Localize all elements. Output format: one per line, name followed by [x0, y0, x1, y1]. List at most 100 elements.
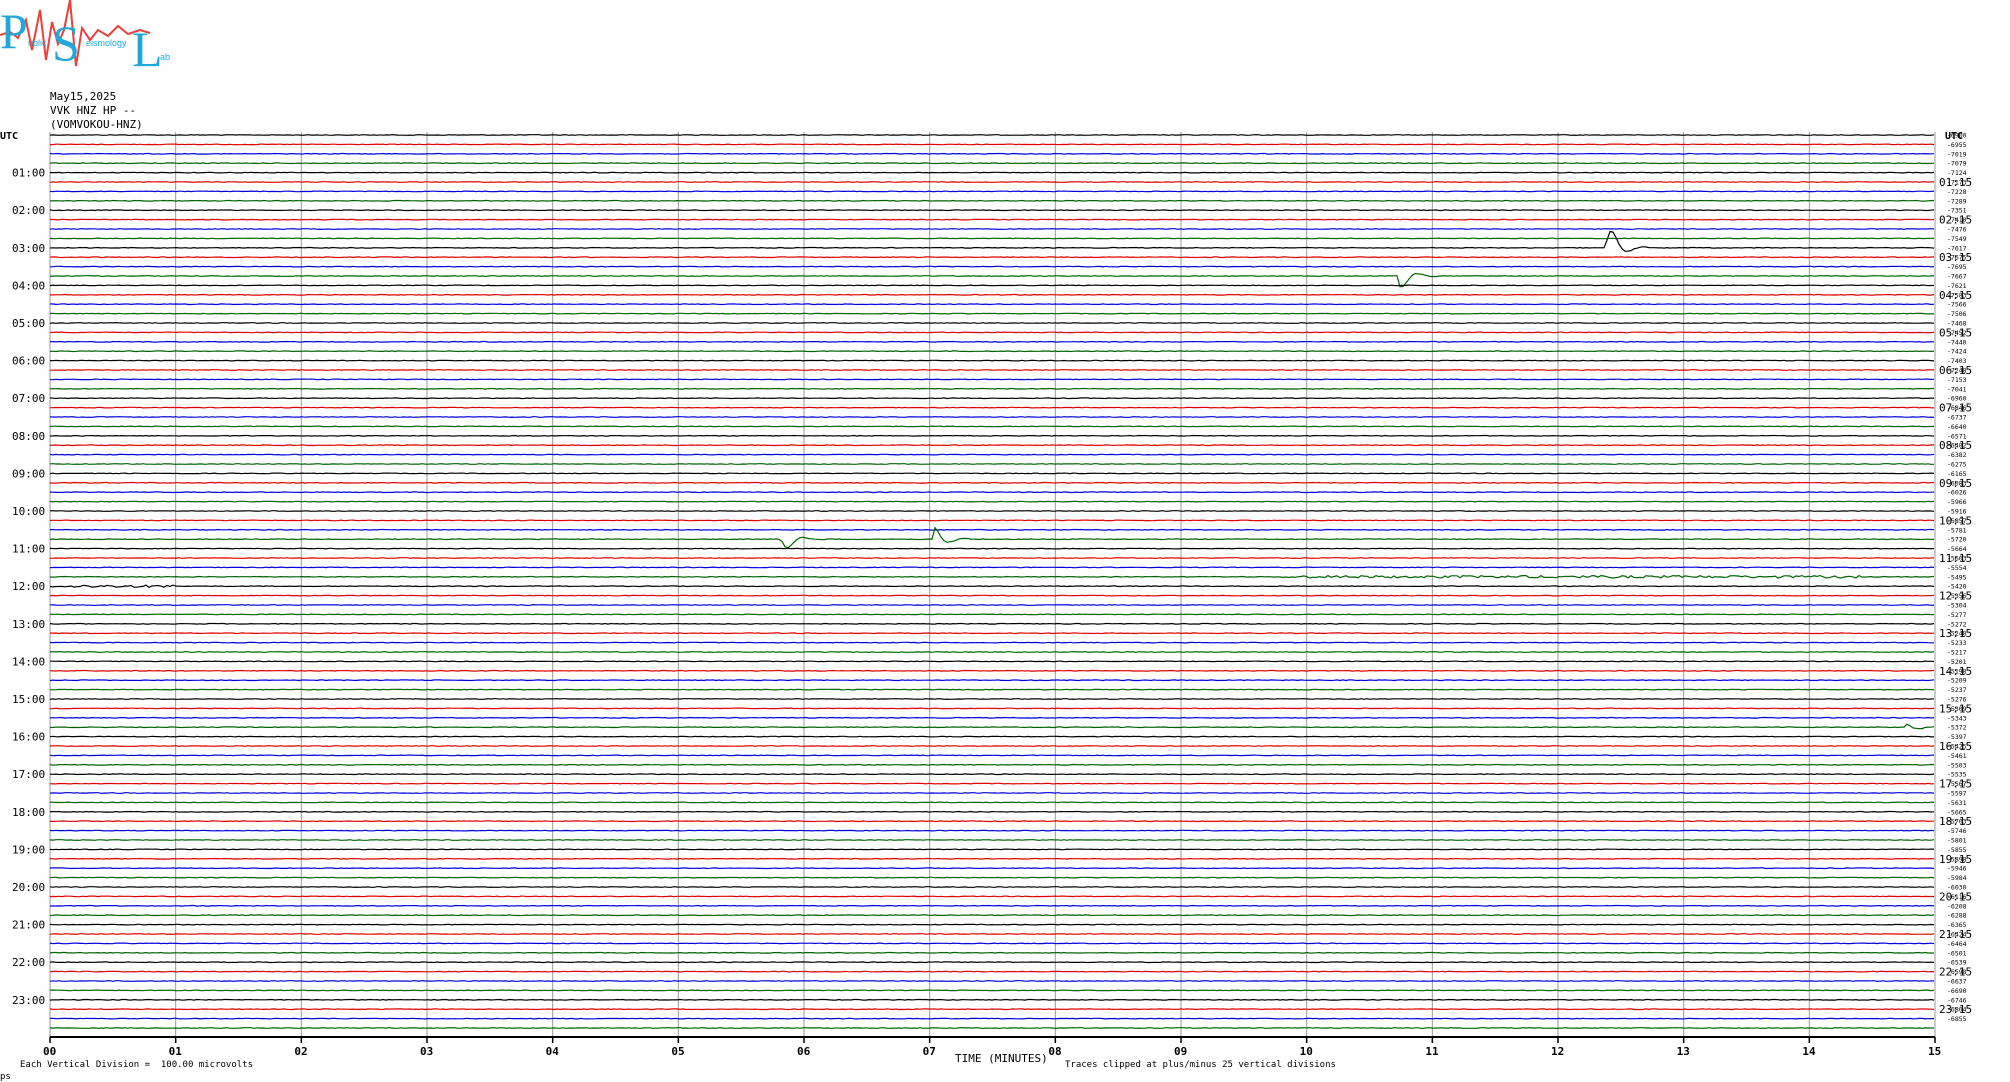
- trace-offset-label: -5237: [1947, 686, 1967, 694]
- seismic-trace: [49, 829, 1935, 832]
- trace-offset-label: -5304: [1947, 602, 1967, 610]
- x-tick-label: 10: [1300, 1045, 1313, 1058]
- seismic-trace: [50, 904, 1935, 907]
- trace-offset-label: -5343: [1947, 714, 1967, 722]
- right-hour-label: 07:15: [1939, 402, 1972, 415]
- trace-offset-label: -5781: [1947, 526, 1967, 534]
- corner-mark: ps: [0, 1072, 11, 1082]
- trace-offset-label: -5209: [1947, 677, 1967, 685]
- seismic-trace: [49, 350, 1935, 353]
- trace-offset-label: -7289: [1947, 197, 1967, 205]
- seismic-trace: [50, 660, 1935, 663]
- left-hour-label: 11:00: [12, 543, 45, 556]
- trace-offset-label: -7695: [1947, 263, 1967, 271]
- right-hour-label: 18:15: [1939, 815, 1972, 828]
- seismic-trace: [49, 745, 1935, 747]
- left-hour-label: 09:00: [12, 467, 45, 480]
- left-hour-label: 15:00: [12, 693, 45, 706]
- seismic-trace: [49, 491, 1935, 494]
- seismic-trace: [49, 1008, 1935, 1011]
- seismic-trace: [49, 162, 1935, 165]
- seismic-trace: [49, 839, 1935, 841]
- seismic-trace: [50, 265, 1935, 268]
- left-hour-label: 03:00: [12, 242, 45, 255]
- seismic-trace: [50, 378, 1935, 381]
- seismic-trace: [49, 566, 1935, 569]
- seismic-trace: [49, 416, 1935, 418]
- seismic-trace: [50, 707, 1935, 710]
- right-hour-label: 02:15: [1939, 214, 1972, 227]
- right-hour-label: 10:15: [1939, 514, 1972, 527]
- left-hour-label: 17:00: [12, 768, 45, 781]
- seismic-trace: [49, 754, 1935, 757]
- right-hour-label: 12:15: [1939, 590, 1972, 603]
- trace-offset-label: -7549: [1947, 235, 1967, 243]
- seismic-trace: [49, 763, 1935, 766]
- x-axis-title: TIME (MINUTES): [955, 1052, 1048, 1065]
- seismic-trace: [49, 359, 1935, 362]
- right-hour-label: 14:15: [1939, 665, 1972, 678]
- seismic-trace: [49, 134, 1935, 136]
- right-hour-label: 11:15: [1939, 552, 1972, 565]
- seismic-trace: [49, 557, 1935, 559]
- seismic-trace: [49, 181, 1935, 183]
- seismic-trace: [49, 914, 1935, 917]
- x-tick-label: 02: [294, 1045, 307, 1058]
- seismic-trace: [49, 152, 1935, 155]
- trace-offset-label: -5372: [1947, 724, 1967, 732]
- seismic-trace: [49, 876, 1935, 879]
- seismic-trace: [49, 574, 1935, 579]
- seismic-trace: [49, 989, 1935, 992]
- seismic-trace: [49, 895, 1934, 898]
- right-hour-label: 17:15: [1939, 778, 1972, 791]
- seismic-trace: [50, 340, 1935, 343]
- seismic-trace: [49, 641, 1934, 644]
- left-hour-label: 22:00: [12, 956, 45, 969]
- seismic-trace: [50, 293, 1935, 296]
- seismic-trace: [49, 425, 1934, 428]
- seismic-trace: [49, 782, 1935, 785]
- right-hour-label: 20:15: [1939, 890, 1972, 903]
- seismic-trace: [49, 594, 1935, 597]
- x-tick-label: 11: [1425, 1045, 1439, 1058]
- seismic-trace: [49, 387, 1934, 390]
- seismic-trace: [50, 406, 1935, 409]
- trace-offset-label: -6501: [1947, 949, 1967, 957]
- trace-offset-label: -6382: [1947, 451, 1967, 459]
- trace-offset-label: -5495: [1947, 573, 1967, 581]
- right-hour-label: 08:15: [1939, 439, 1972, 452]
- right-hour-label: 05:15: [1939, 326, 1972, 339]
- left-hour-label: 10:00: [12, 505, 45, 518]
- left-hour-label: 21:00: [12, 919, 45, 932]
- left-hour-label: 16:00: [12, 731, 45, 744]
- seismic-trace: [49, 284, 1934, 287]
- left-hour-label: 07:00: [12, 392, 45, 405]
- seismic-trace: [50, 143, 1935, 146]
- trace-offset-label: -6640: [1947, 423, 1967, 431]
- left-hour-label: 20:00: [12, 881, 45, 894]
- x-tick-label: 04: [546, 1045, 560, 1058]
- trace-offset-label: -5720: [1947, 536, 1967, 544]
- left-hour-label: 06:00: [12, 355, 45, 368]
- seismic-trace: [49, 322, 1935, 324]
- seismic-trace: [49, 481, 1935, 484]
- seismic-trace: [49, 397, 1934, 400]
- trace-offset-label: -7019: [1947, 150, 1967, 158]
- right-hour-label: 09:15: [1939, 477, 1972, 490]
- seismic-trace: [49, 463, 1934, 465]
- x-tick-label: 07: [923, 1045, 936, 1058]
- left-hour-label: 08:00: [12, 430, 45, 443]
- trace-offset-label: -6288: [1947, 912, 1967, 920]
- trace-offset-label: -5597: [1947, 790, 1967, 798]
- left-hour-label: 13:00: [12, 618, 45, 631]
- seismic-trace: [49, 190, 1935, 193]
- right-hour-label: 23:15: [1939, 1003, 1972, 1016]
- x-tick-label: 09: [1174, 1045, 1187, 1058]
- seismic-trace: [49, 961, 1935, 964]
- seismic-trace: [50, 369, 1934, 371]
- seismic-trace: [49, 632, 1935, 635]
- trace-offset-label: -5746: [1947, 827, 1967, 835]
- seismic-trace: [49, 970, 1934, 973]
- trace-offset-label: -5461: [1947, 752, 1967, 760]
- seismic-trace: [49, 810, 1935, 813]
